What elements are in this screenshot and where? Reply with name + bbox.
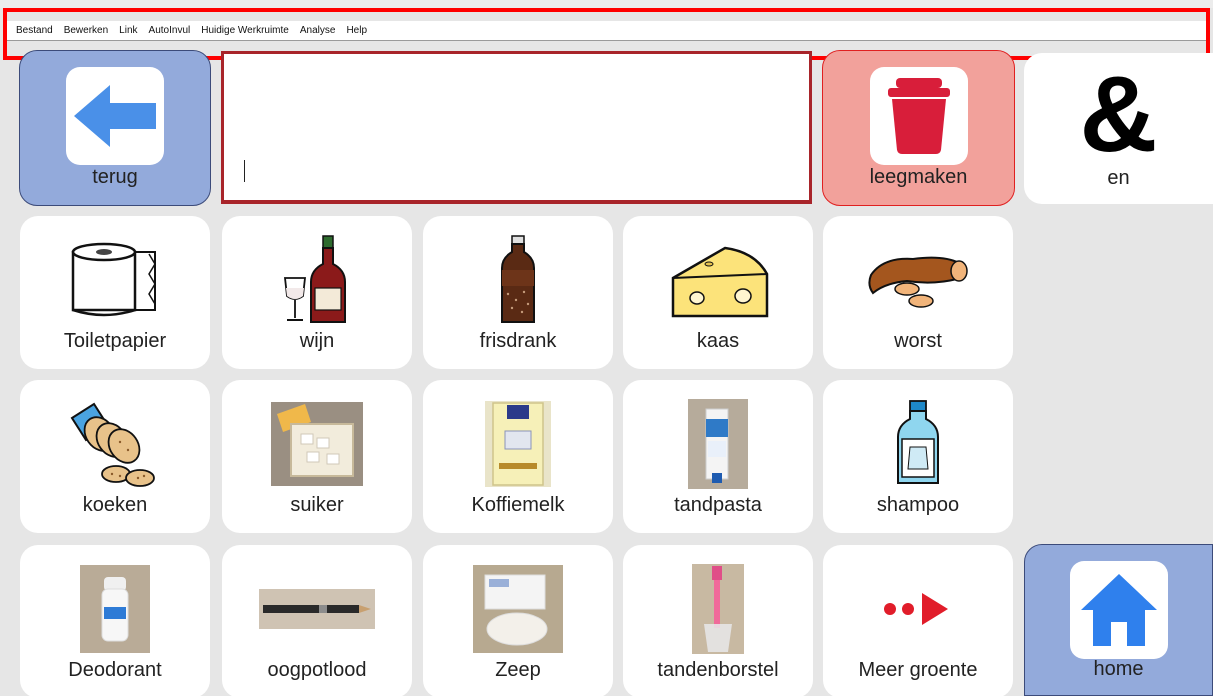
tile-oogpotlood[interactable]: oogpotlood	[222, 545, 412, 696]
tile-label: suiker	[290, 494, 344, 516]
text-caret	[244, 160, 245, 182]
clear-button[interactable]: leegmaken	[822, 50, 1015, 206]
menu-link[interactable]: Link	[119, 25, 137, 36]
tile-deodorant[interactable]: Deodorant	[20, 545, 210, 696]
menu-bestand[interactable]: Bestand	[16, 25, 53, 36]
tile-label: Koffiemelk	[471, 494, 565, 516]
tile-label: tandpasta	[674, 494, 762, 516]
tile-label: oogpotlood	[267, 659, 367, 681]
clear-label: leegmaken	[869, 166, 968, 188]
cookies-icon	[20, 394, 210, 494]
menu-help[interactable]: Help	[346, 25, 367, 36]
and-label: en	[1107, 167, 1130, 189]
tile-label: worst	[894, 330, 942, 352]
house-icon	[1069, 561, 1168, 659]
tile-koffiemelk[interactable]: Koffiemelk	[423, 380, 613, 533]
shampoo-icon	[823, 394, 1013, 494]
tile-kaas[interactable]: kaas	[623, 216, 813, 369]
tile-label: Toiletpapier	[63, 330, 167, 352]
menu-analyse[interactable]: Analyse	[300, 25, 336, 36]
tile-label: wijn	[299, 330, 335, 352]
tile-label: shampoo	[876, 494, 960, 516]
back-label: terug	[92, 166, 138, 188]
eye-pencil-photo	[222, 559, 412, 659]
tile-toiletpapier[interactable]: Toiletpapier	[20, 216, 210, 369]
tile-zeep[interactable]: Zeep	[423, 545, 613, 696]
tile-meer-groente[interactable]: Meer groente	[823, 545, 1013, 696]
menu-huidige-werkruimte[interactable]: Huidige Werkruimte	[201, 25, 289, 36]
tile-worst[interactable]: worst	[823, 216, 1013, 369]
trash-icon	[869, 67, 968, 165]
cheese-icon	[623, 230, 813, 330]
home-button[interactable]: home	[1024, 544, 1213, 696]
soda-bottle-icon	[423, 230, 613, 330]
tile-label: frisdrank	[479, 330, 557, 352]
tile-suiker[interactable]: suiker	[222, 380, 412, 533]
message-text-area[interactable]	[221, 51, 812, 204]
tile-label: kaas	[696, 330, 740, 352]
deodorant-photo	[20, 559, 210, 659]
tile-shampoo[interactable]: shampoo	[823, 380, 1013, 533]
home-label: home	[1093, 658, 1144, 680]
sugar-photo	[222, 394, 412, 494]
menu-autoinvul[interactable]: AutoInvul	[149, 25, 191, 36]
coffee-milk-photo	[423, 394, 613, 494]
tile-koeken[interactable]: koeken	[20, 380, 210, 533]
toothpaste-photo	[623, 394, 813, 494]
soap-photo	[423, 559, 613, 659]
tile-tandpasta[interactable]: tandpasta	[623, 380, 813, 533]
tile-label: tandenborstel	[657, 659, 779, 681]
and-button[interactable]: & en	[1024, 53, 1213, 204]
tile-label: Meer groente	[858, 659, 978, 681]
menu-bewerken[interactable]: Bewerken	[64, 25, 108, 36]
ampersand-symbol: &	[1079, 53, 1158, 174]
sausage-icon	[823, 230, 1013, 330]
tile-label: Deodorant	[68, 659, 162, 681]
tile-tandenborstel[interactable]: tandenborstel	[623, 545, 813, 696]
wine-icon	[222, 230, 412, 330]
more-arrow-icon	[823, 559, 1013, 659]
window-top-strip	[0, 0, 1213, 8]
tile-wijn[interactable]: wijn	[222, 216, 412, 369]
toothbrush-photo	[623, 559, 813, 659]
arrow-left-icon	[66, 67, 164, 165]
tile-frisdrank[interactable]: frisdrank	[423, 216, 613, 369]
toilet-paper-icon	[20, 230, 210, 330]
back-button[interactable]: terug	[19, 50, 211, 206]
tile-label: Zeep	[495, 659, 541, 681]
menu-bar: Bestand Bewerken Link AutoInvul Huidige …	[4, 21, 1209, 41]
tile-label: koeken	[82, 494, 148, 516]
